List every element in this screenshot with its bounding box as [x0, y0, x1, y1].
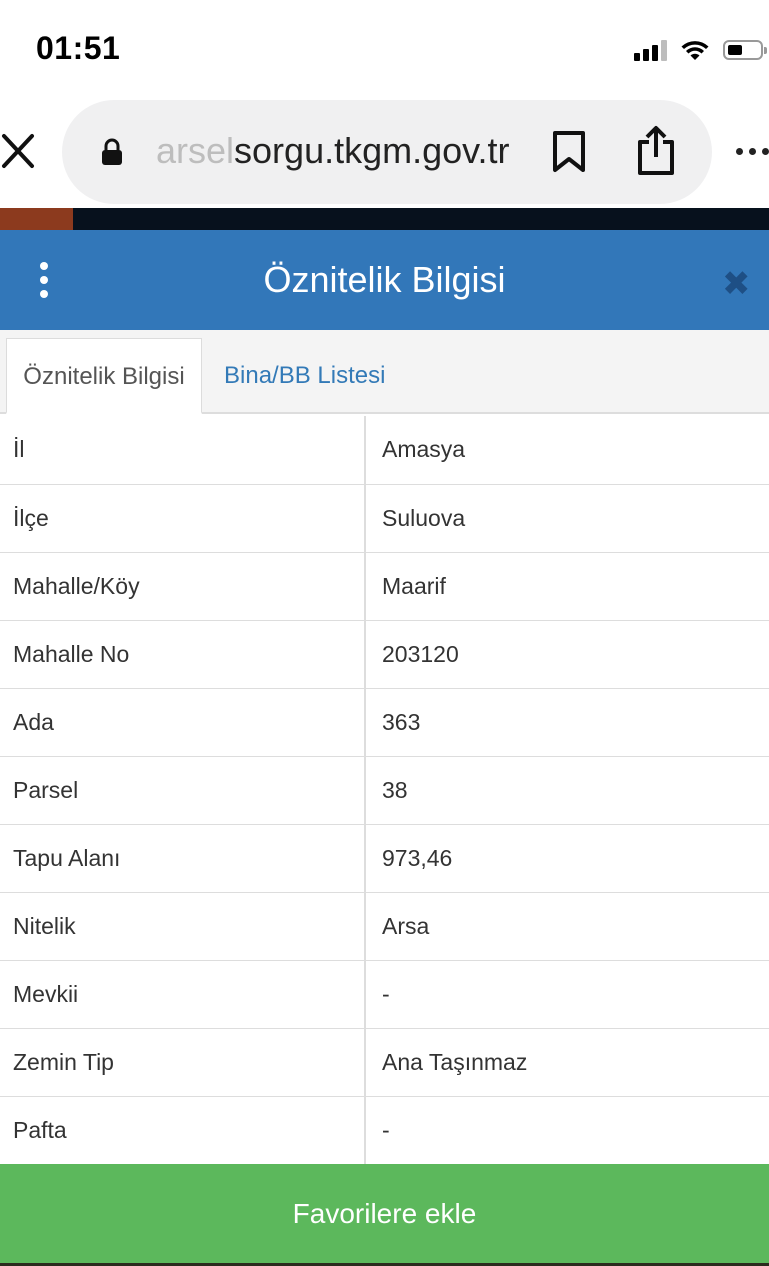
- row-key: Zemin Tip: [0, 1028, 366, 1097]
- row-key: Mahalle/Köy: [0, 552, 366, 621]
- share-icon[interactable]: [636, 124, 676, 176]
- close-browser-icon[interactable]: [0, 130, 40, 174]
- row-value: 363: [365, 688, 769, 757]
- modal-title: Öznitelik Bilgisi: [263, 259, 506, 300]
- table-row: Nitelik Arsa: [0, 892, 769, 961]
- page-background-accent: [0, 208, 73, 230]
- row-value: 973,46: [365, 824, 769, 893]
- row-key: Parsel: [0, 756, 366, 825]
- tab-oznitelik-bilgisi[interactable]: Öznitelik Bilgisi: [6, 338, 202, 414]
- table-row: Tapu Alanı 973,46: [0, 824, 769, 893]
- row-key: Ada: [0, 688, 366, 757]
- wifi-icon: [681, 41, 709, 60]
- tab-bar: Öznitelik Bilgisi Bina/BB Listesi: [0, 330, 769, 414]
- table-row: Pafta -: [0, 1096, 769, 1165]
- row-key: Mevkii: [0, 960, 366, 1029]
- row-value: -: [365, 960, 769, 1029]
- table-row: İlçe Suluova: [0, 484, 769, 553]
- row-key: Tapu Alanı: [0, 824, 366, 893]
- page-background-strip: [0, 208, 769, 230]
- table-row: Mahalle No 203120: [0, 620, 769, 689]
- row-key: İl: [0, 416, 366, 485]
- row-value: 38: [365, 756, 769, 825]
- row-value: Suluova: [365, 484, 769, 553]
- url-text[interactable]: arselsorgu.tkgm.gov.tr: [156, 130, 509, 172]
- status-time: 01:51: [36, 30, 121, 66]
- modal-header: Öznitelik Bilgisi ✖: [0, 230, 769, 330]
- attribute-table: İl Amasya İlçe Suluova Mahalle/Köy Maarif M…: [0, 416, 769, 1165]
- table-row: Mahalle/Köy Maarif: [0, 552, 769, 621]
- table-row: Parsel 38: [0, 756, 769, 825]
- row-value: 203120: [365, 620, 769, 689]
- row-key: İlçe: [0, 484, 366, 553]
- more-options-icon[interactable]: [736, 148, 769, 155]
- browser-toolbar: arselsorgu.tkgm.gov.tr: [0, 100, 769, 206]
- lock-icon: [102, 138, 122, 165]
- url-main-part: sorgu.tkgm.gov.tr: [234, 130, 510, 171]
- table-row: Ada 363: [0, 688, 769, 757]
- url-faded-part: arsel: [156, 130, 235, 171]
- status-icons: [634, 34, 767, 66]
- row-value: Maarif: [365, 552, 769, 621]
- row-key: Pafta: [0, 1096, 366, 1165]
- row-key: Nitelik: [0, 892, 366, 961]
- row-value: Amasya: [365, 416, 769, 485]
- bookmark-icon[interactable]: [552, 130, 586, 174]
- battery-icon: [723, 40, 767, 60]
- status-bar: 01:51: [0, 0, 769, 100]
- table-row: Mevkii -: [0, 960, 769, 1029]
- row-value: Ana Taşınmaz: [365, 1028, 769, 1097]
- table-row: Zemin Tip Ana Taşınmaz: [0, 1028, 769, 1097]
- tab-bina-bb-listesi[interactable]: Bina/BB Listesi: [224, 338, 385, 414]
- row-value: Arsa: [365, 892, 769, 961]
- close-modal-icon[interactable]: ✖: [722, 264, 751, 304]
- table-row: İl Amasya: [0, 416, 769, 485]
- cellular-signal-icon: [634, 39, 667, 61]
- row-key: Mahalle No: [0, 620, 366, 689]
- row-value: -: [365, 1096, 769, 1165]
- add-to-favorites-button[interactable]: Favorilere ekle: [0, 1164, 769, 1264]
